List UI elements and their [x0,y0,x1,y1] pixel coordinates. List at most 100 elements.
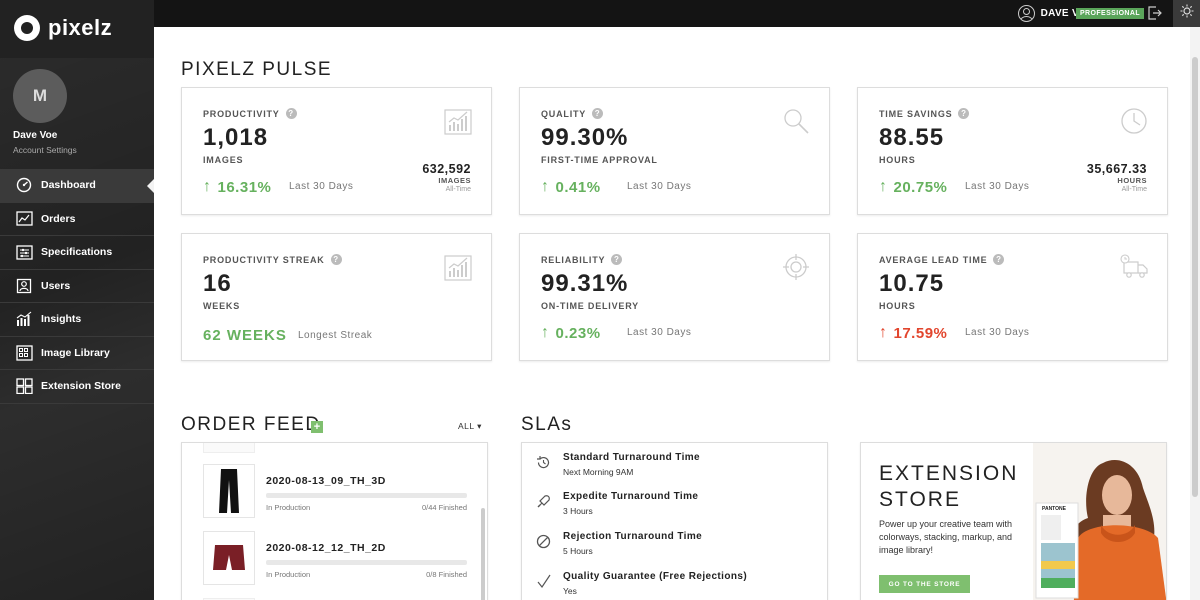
sidebar-item-users[interactable]: Users [0,270,154,303]
order-feed-list: 2020-08-13_09_TH_3D In Production 0/44 F… [181,442,488,600]
order-item[interactable]: 2020-08-13_09_TH_3D In Production 0/44 F… [203,464,473,518]
sla-item: Standard Turnaround Time Next Morning 9A… [535,452,815,486]
page-scrollbar-thumb[interactable] [1192,57,1198,497]
feed-scrollbar[interactable] [481,508,485,600]
kpi-unit: WEEKS [203,301,241,311]
shorts-thumbnail-icon [203,531,255,585]
kpi-period: Last 30 Days [627,327,692,338]
extension-store-promo: EXTENSION STORE Power up your creative t… [860,442,1167,600]
kpi-change: 20.75% [893,178,948,196]
logo-text: pixelz [48,15,113,40]
sla-item: Expedite Turnaround Time 3 Hours [535,491,815,525]
page-scrollbar[interactable] [1190,27,1200,600]
pixelz-logo-icon [14,15,40,41]
kpi-unit: FIRST-TIME APPROVAL [541,155,658,165]
sidebar-item-extension-store[interactable]: Extension Store [0,370,154,404]
logo[interactable]: pixelz [14,14,112,42]
kpi-unit: IMAGES [203,155,244,165]
logout-icon[interactable] [1148,6,1162,20]
kpi-label: AVERAGE LEAD TIME [879,254,988,265]
avatar[interactable]: M [13,69,67,123]
promo-text: Power up your creative team with colorwa… [879,519,1013,555]
rocket-icon [535,493,551,509]
kpi-change: 16.31% [217,178,272,196]
main-content: PIXELZ PULSE PRODUCTIVITY? 1,018 IMAGES … [154,27,1190,600]
help-icon[interactable]: ? [330,254,342,265]
order-item[interactable]: 2020-08-12_12_TH_2D In Production 0/8 Fi… [203,531,473,585]
dashboard-icon [15,177,33,193]
kpi-card-productivity[interactable]: PRODUCTIVITY? 1,018 IMAGES ↑ 16.31% Last … [181,87,492,215]
sidebar-item-label: Orders [41,212,76,225]
sla-title: Rejection Turnaround Time [563,531,703,542]
kpi-label: PRODUCTIVITY STREAK [203,254,325,265]
kpi-label: QUALITY [541,108,587,119]
sidebar-item-label: Insights [41,313,82,326]
help-icon[interactable]: ? [993,254,1005,265]
kpi-value: 16 [203,270,232,297]
extension-store-icon [15,378,33,395]
go-to-store-button[interactable]: GO TO THE STORE [879,575,970,593]
prohibited-icon [535,533,551,549]
theme-toggle-button[interactable] [1173,0,1200,27]
kpi-change: 17.59% [893,324,948,342]
sidebar-item-dashboard[interactable]: Dashboard [0,169,154,203]
clock-icon [1119,106,1149,136]
kpi-unit: HOURS [879,301,916,311]
order-status: In Production [266,503,311,512]
sla-value: 3 Hours [563,506,593,516]
sidebar-item-insights[interactable]: Insights [0,303,154,337]
feed-filter-dropdown[interactable]: ALL ▾ [458,421,482,432]
kpi-value: 99.31% [541,270,629,297]
sidebar-item-label: Dashboard [41,179,96,192]
sla-title: Expedite Turnaround Time [563,491,699,502]
sla-value: 5 Hours [563,546,593,556]
up-arrow-icon: ↑ [879,324,888,341]
pulse-title: PIXELZ PULSE [181,59,333,80]
alltime-caption: All-Time [445,186,471,193]
target-icon [781,252,811,282]
up-arrow-icon: ↑ [541,178,550,195]
streak-caption: Longest Streak [298,330,373,341]
users-icon [15,278,33,294]
insights-icon [15,311,33,327]
alltime-unit: HOURS [1117,176,1147,185]
help-icon[interactable]: ? [592,108,604,119]
feed-filter-value: ALL [458,421,475,431]
order-thumbnail [203,443,255,453]
kpi-card-time-savings[interactable]: TIME SAVINGS? 88.55 HOURS ↑ 20.75% Last 3… [857,87,1168,215]
account-settings-link[interactable]: Account Settings [13,145,77,155]
kpi-card-reliability[interactable]: RELIABILITY? 99.31% ON-TIME DELIVERY ↑ 0.… [519,233,830,361]
magnifier-icon [781,106,811,136]
checkmark-icon [535,573,551,589]
help-icon[interactable]: ? [611,254,623,265]
order-progress-text: 0/8 Finished [426,570,467,579]
help-icon[interactable]: ? [285,108,297,119]
bar-chart-icon [443,252,473,282]
kpi-unit: ON-TIME DELIVERY [541,301,639,311]
alltime-value: 35,667.33 [1086,162,1147,176]
promo-model-illustration: PANTONE [1033,443,1166,600]
kpi-period: Last 30 Days [627,181,692,192]
sla-list: Standard Turnaround Time Next Morning 9A… [521,442,828,600]
clock-rotate-icon [535,454,551,470]
kpi-period: Last 30 Days [965,181,1030,192]
sla-title: Quality Guarantee (Free Rejections) [563,571,748,582]
promo-title: EXTENSION STORE [879,461,1018,513]
order-status: In Production [266,570,311,579]
add-order-button[interactable]: + [311,421,323,433]
order-progress-bar [266,560,467,565]
help-icon[interactable]: ? [958,108,970,119]
alltime-block: 35,667.33 HOURS All-Time [1087,162,1147,193]
sidebar-item-specifications[interactable]: Specifications [0,236,154,270]
kpi-card-quality[interactable]: QUALITY? 99.30% FIRST-TIME APPROVAL ↑ 0.4… [519,87,830,215]
kpi-card-productivity-streak[interactable]: PRODUCTIVITY STREAK? 16 WEEKS 62 WEEKS L… [181,233,492,361]
sidebar-item-orders[interactable]: Orders [0,203,154,236]
plan-badge: PROFESSIONAL [1075,8,1144,19]
top-bar: DAVE VOE PROFESSIONAL [154,0,1200,27]
promo-title-line: EXTENSION [879,462,1019,485]
kpi-card-average-lead-time[interactable]: AVERAGE LEAD TIME? 10.75 HOURS ↑ 17.59% L… [857,233,1168,361]
chevron-down-icon: ▾ [474,421,482,431]
order-name: 2020-08-12_12_TH_2D [266,542,386,554]
sidebar-item-image-library[interactable]: Image Library [0,337,154,370]
alltime-unit: IMAGES [438,176,471,185]
